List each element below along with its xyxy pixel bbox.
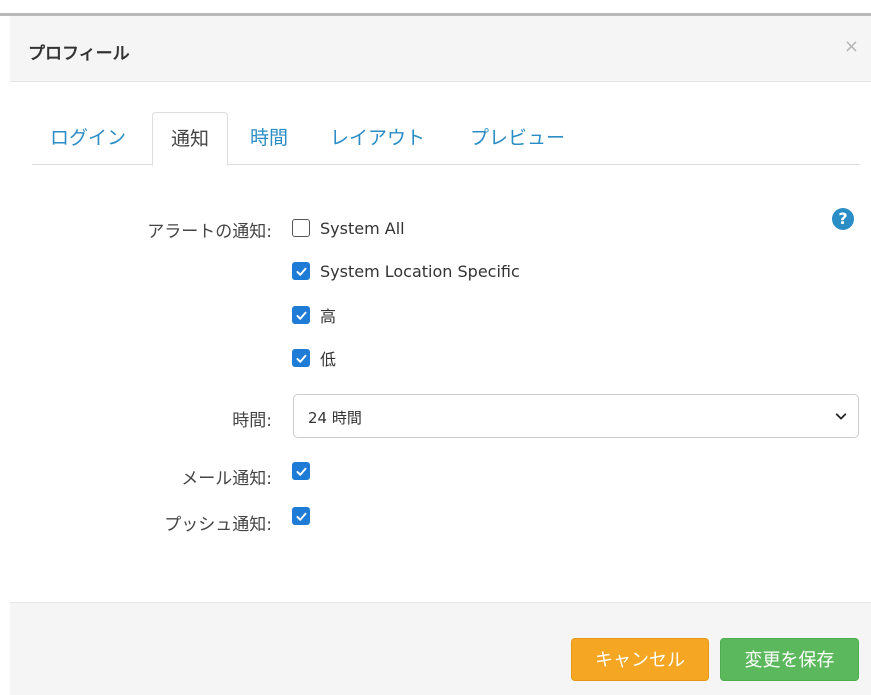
checkbox-system-all[interactable] [292,219,310,237]
alert-option-high[interactable]: 高 [292,304,336,326]
tab-layout[interactable]: レイアウト [312,112,443,165]
check-icon [295,267,307,276]
alert-option-low[interactable]: 低 [292,347,336,369]
tab-preview[interactable]: プレビュー [452,112,583,165]
checkbox-high[interactable] [292,306,310,324]
backdrop-strip [0,0,871,16]
modal-title: プロフィール [28,44,130,64]
checkbox-label: 高 [320,307,337,326]
checkbox-email-notification[interactable] [292,462,310,480]
tab-login[interactable]: ログイン [32,112,144,165]
checkbox-label: 低 [320,350,337,369]
checkbox-push-notification[interactable] [292,507,310,525]
save-changes-button[interactable]: 変更を保存 [720,638,859,681]
time-format-value: 24 時間 [308,409,362,427]
modal-header: プロフィール × [10,16,871,82]
chevron-down-icon [835,413,847,420]
checkbox-label: System All [320,218,405,238]
tab-notifications[interactable]: 通知 [152,112,229,166]
checkbox-label: System Location Specific [320,261,520,281]
tab-time[interactable]: 時間 [232,112,306,165]
alert-option-system-all[interactable]: System All [292,217,405,239]
modal-footer: キャンセル 変更を保存 [10,602,871,695]
tab-bar: ログイン 通知 時間 レイアウト プレビュー [32,112,860,166]
alert-notification-label: アラートの通知: [147,222,272,242]
email-notification-label: メール通知: [181,469,272,489]
cancel-button[interactable]: キャンセル [571,638,709,681]
push-notification-option[interactable] [292,505,310,527]
check-icon [295,311,307,320]
check-icon [295,354,307,363]
checkbox-low[interactable] [292,349,310,367]
question-circle-icon[interactable]: ? [832,208,854,230]
alert-option-system-location-specific[interactable]: System Location Specific [292,260,520,282]
check-icon [295,467,307,476]
checkbox-system-location-specific[interactable] [292,262,310,280]
email-notification-option[interactable] [292,460,310,482]
check-icon [295,512,307,521]
time-format-select[interactable]: 24 時間 [293,394,859,438]
close-icon[interactable]: × [844,36,859,57]
modal-body: ログイン 通知 時間 レイアウト プレビュー ? アラートの通知: System… [10,82,871,602]
time-label: 時間: [232,411,272,431]
push-notification-label: プッシュ通知: [164,515,272,535]
